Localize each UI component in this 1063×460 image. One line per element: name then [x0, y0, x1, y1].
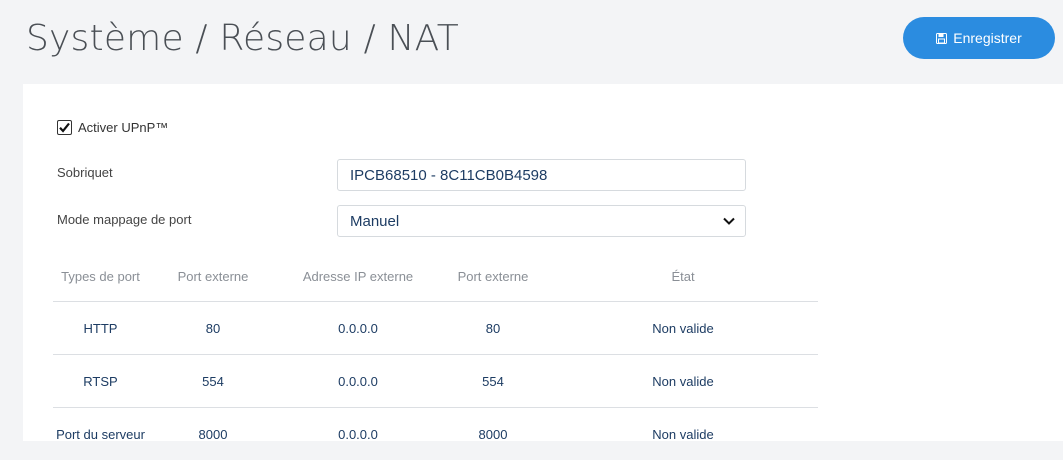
external-port-cell: 8000: [148, 408, 278, 460]
status-cell: Non valide: [548, 302, 818, 355]
port-type-cell: Port du serveur: [53, 408, 148, 460]
port-mapping-mode-label: Mode mappage de port: [57, 212, 191, 227]
table-header-row: Types de port Port externe Adresse IP ex…: [53, 251, 818, 302]
nickname-value: IPCB68510 - 8C11CB0B4598: [350, 167, 547, 184]
table-row: HTTP 80 0.0.0.0 80 Non valide: [53, 302, 818, 355]
external-port-cell: 554: [438, 355, 548, 408]
external-ip-cell: 0.0.0.0: [278, 302, 438, 355]
save-button[interactable]: Enregistrer: [903, 17, 1055, 59]
port-mapping-mode-value: Manuel: [350, 213, 399, 230]
external-port-cell: 554: [148, 355, 278, 408]
status-cell: Non valide: [548, 355, 818, 408]
upnp-checkbox[interactable]: [57, 120, 72, 135]
nickname-field[interactable]: IPCB68510 - 8C11CB0B4598: [337, 159, 746, 191]
checkmark-icon: [58, 121, 71, 134]
table-row: Port du serveur 8000 0.0.0.0 8000 Non va…: [53, 408, 818, 460]
status-cell: Non valide: [548, 408, 818, 460]
column-header: État: [548, 251, 818, 302]
nickname-label: Sobriquet: [57, 165, 113, 180]
port-mapping-table: Types de port Port externe Adresse IP ex…: [53, 251, 818, 460]
column-header: Port externe: [148, 251, 278, 302]
column-header: Types de port: [53, 251, 148, 302]
nat-settings-panel: Activer UPnP™ Sobriquet IPCB68510 - 8C11…: [23, 84, 1063, 441]
chevron-down-icon: [723, 217, 735, 225]
column-header: Port externe: [438, 251, 548, 302]
external-ip-cell: 0.0.0.0: [278, 355, 438, 408]
external-port-cell: 8000: [438, 408, 548, 460]
port-type-cell: RTSP: [53, 355, 148, 408]
save-button-label: Enregistrer: [953, 30, 1021, 46]
port-type-cell: HTTP: [53, 302, 148, 355]
external-port-cell: 80: [148, 302, 278, 355]
upnp-label: Activer UPnP™: [78, 120, 168, 135]
column-header: Adresse IP externe: [278, 251, 438, 302]
external-port-cell: 80: [438, 302, 548, 355]
table-row: RTSP 554 0.0.0.0 554 Non valide: [53, 355, 818, 408]
port-mapping-mode-select[interactable]: Manuel: [337, 205, 746, 237]
upnp-toggle[interactable]: Activer UPnP™: [57, 120, 168, 135]
floppy-disk-icon: [936, 33, 947, 44]
page-title: Système / Réseau / NAT: [26, 18, 459, 59]
external-ip-cell: 0.0.0.0: [278, 408, 438, 460]
